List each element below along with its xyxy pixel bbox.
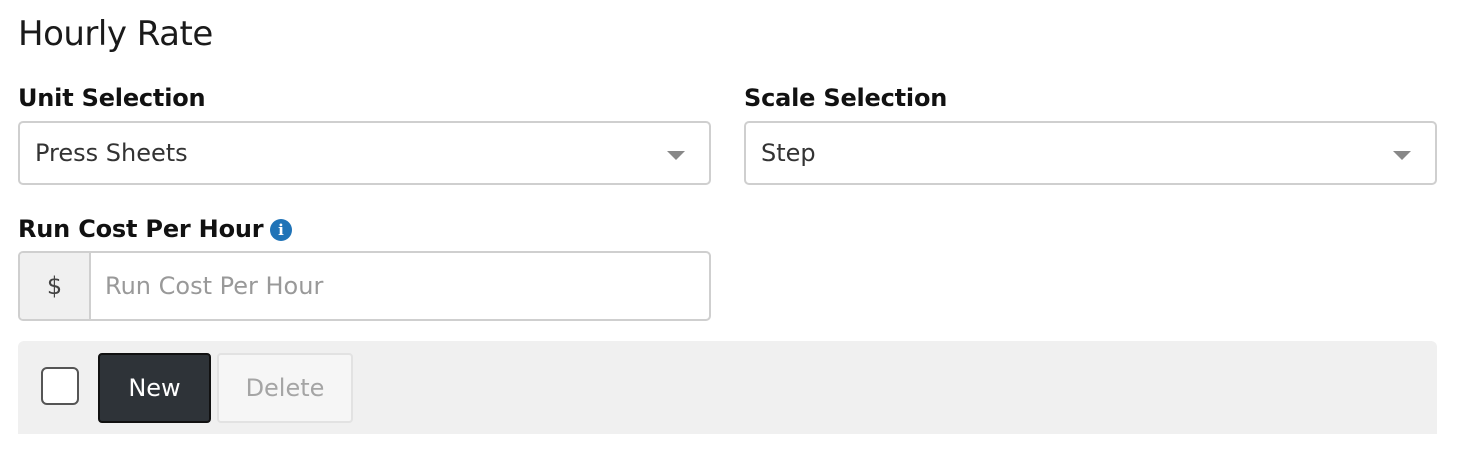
chevron-down-icon: [667, 151, 685, 160]
currency-addon: $: [20, 253, 91, 319]
run-cost-label: Run Cost Per Hour: [18, 215, 264, 243]
table-toolbar: New Delete: [18, 341, 1437, 434]
scale-selection-value: Step: [761, 139, 816, 167]
hourly-rate-panel: Hourly Rate Unit Selection Press Sheets …: [0, 0, 1458, 453]
scale-selection-dropdown[interactable]: Step: [744, 121, 1437, 185]
section-title: Hourly Rate: [18, 14, 213, 54]
unit-selection-value: Press Sheets: [35, 139, 188, 167]
run-cost-input-group: $: [18, 251, 711, 321]
select-all-checkbox[interactable]: [41, 367, 79, 405]
unit-selection-label: Unit Selection: [18, 84, 206, 112]
scale-selection-label: Scale Selection: [744, 84, 948, 112]
run-cost-input[interactable]: [91, 253, 709, 319]
info-circle-icon[interactable]: i: [270, 219, 292, 241]
unit-selection-dropdown[interactable]: Press Sheets: [18, 121, 711, 185]
new-button[interactable]: New: [98, 353, 211, 423]
delete-button[interactable]: Delete: [217, 353, 353, 423]
chevron-down-icon: [1393, 151, 1411, 160]
